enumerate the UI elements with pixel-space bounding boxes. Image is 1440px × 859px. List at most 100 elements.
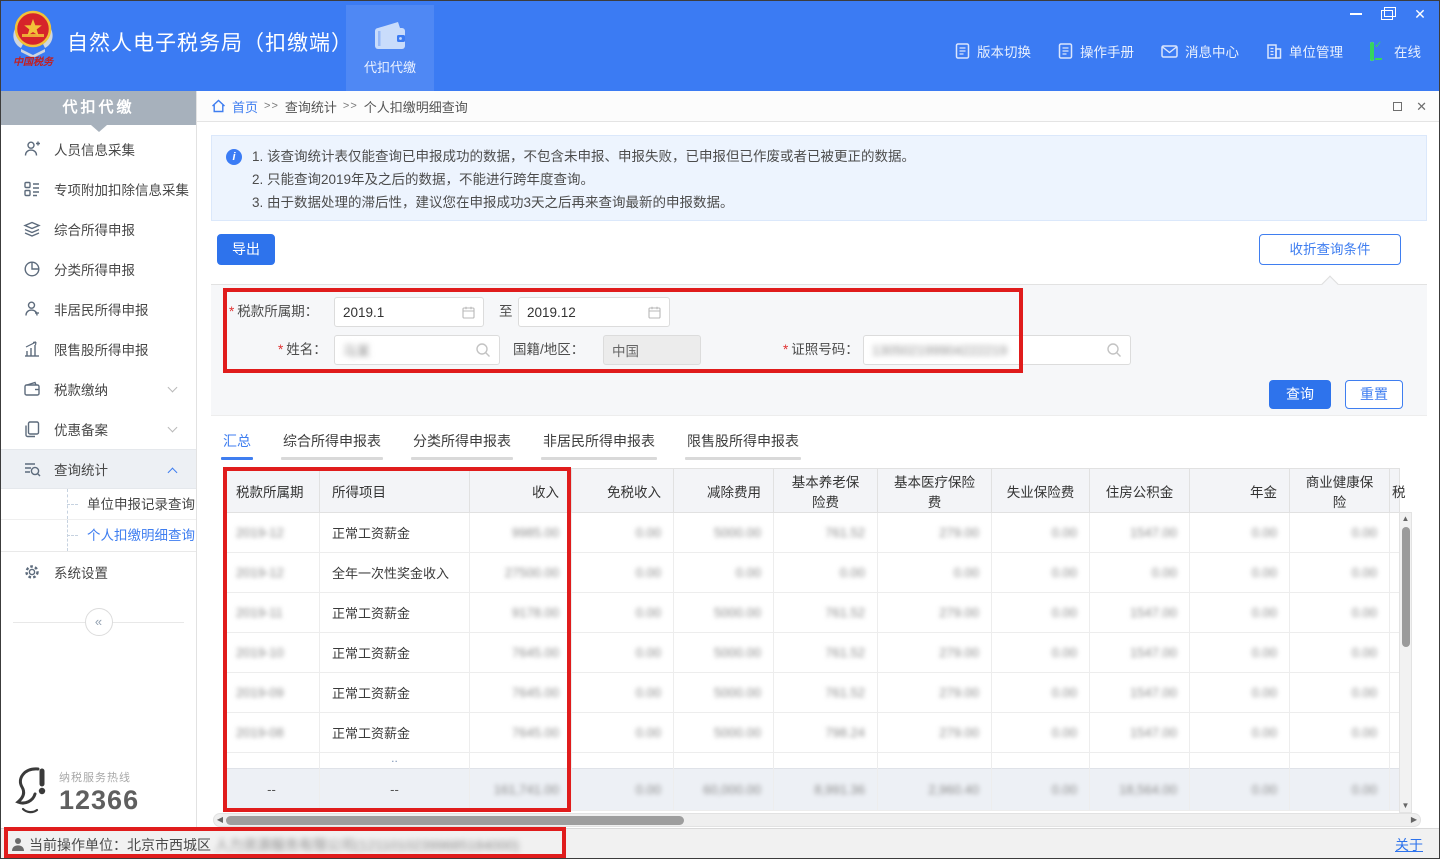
table-row[interactable]: 2019-11 正常工资薪金 9178.00 0.00 5000.00 761.… xyxy=(224,593,1400,633)
cell-health: 0.00 xyxy=(1352,645,1377,660)
total-health: 0.00 xyxy=(1352,782,1377,797)
sidebar: 代扣代缴 人员信息采集 专项附加扣除信息采集 综合所得申报 分类所得申报 非居民… xyxy=(1,91,197,828)
breadcrumb-home[interactable]: 首页 xyxy=(232,97,258,116)
notice-line: 3. 由于数据处理的滞后性，建议您在申报成功3天之后再来查询最新的申报数据。 xyxy=(226,191,1412,214)
restore-icon[interactable] xyxy=(1381,8,1395,20)
main-content: i 1. 该查询统计表仅能查询已申报成功的数据，不包含未申报、申报失败，已申报但… xyxy=(197,122,1440,828)
sidebar-subitem-personal-withholding-query[interactable]: 个人扣缴明细查询 xyxy=(1,520,196,551)
cell-income: 7645.00 xyxy=(512,685,559,700)
export-button[interactable]: 导出 xyxy=(217,234,275,265)
sidebar-subitem-label: 单位申报记录查询 xyxy=(87,497,195,512)
cell-annuity: 0.00 xyxy=(1252,525,1277,540)
chevron-down-icon xyxy=(168,383,178,393)
scroll-up-arrow[interactable]: ▲ xyxy=(1400,513,1411,525)
name-input[interactable]: 马某 xyxy=(334,335,500,365)
sidebar-collapse-row: « xyxy=(1,608,196,636)
sidebar-item-label: 非居民所得申报 xyxy=(54,299,149,319)
cell-health: 0.00 xyxy=(1352,525,1377,540)
table-row[interactable]: 2019-08 正常工资薪金 7645.00 0.00 5000.00 798.… xyxy=(224,713,1400,753)
cell-period: 2019-10 xyxy=(236,645,284,660)
horizontal-scroll-thumb[interactable] xyxy=(226,816,684,825)
tab-restricted-stock[interactable]: 限售股所得申报表 xyxy=(685,431,801,460)
inner-maximize-icon[interactable] xyxy=(1393,102,1402,111)
search-icon[interactable] xyxy=(475,342,491,358)
sidebar-item-nonresident-income[interactable]: 非居民所得申报 xyxy=(1,289,196,329)
cell-health: 0.00 xyxy=(1352,685,1377,700)
sidebar-item-system-settings[interactable]: 系统设置 xyxy=(1,552,196,592)
scroll-down-arrow[interactable]: ▼ xyxy=(1400,800,1411,812)
sidebar-item-preferential-filing[interactable]: 优惠备案 xyxy=(1,409,196,449)
id-number-label: 证照号码： xyxy=(783,335,859,365)
tab-classified-income[interactable]: 分类所得申报表 xyxy=(411,431,513,460)
cell-medical: 279.00 xyxy=(939,525,979,540)
id-number-input[interactable]: 130502199904222219 xyxy=(863,335,1131,365)
menu-org-management[interactable]: 单位管理 xyxy=(1266,41,1343,61)
period-to-input[interactable]: 2019.12 xyxy=(518,297,670,327)
tab-summary[interactable]: 汇总 xyxy=(221,431,253,460)
sidebar-item-label: 综合所得申报 xyxy=(54,219,135,239)
period-from-input[interactable]: 2019.1 xyxy=(334,297,484,327)
online-status[interactable]: 在线 xyxy=(1370,41,1421,61)
table-row[interactable]: 2019-10 正常工资薪金 7645.00 0.00 5000.00 761.… xyxy=(224,633,1400,673)
collapse-query-button[interactable]: 收折查询条件 xyxy=(1259,234,1401,265)
reset-button[interactable]: 重置 xyxy=(1345,380,1403,409)
document-icon xyxy=(955,43,970,59)
home-icon xyxy=(211,99,226,113)
pie-chart-icon xyxy=(23,260,41,278)
sidebar-subitem-unit-declaration-query[interactable]: 单位申报记录查询 xyxy=(1,489,196,520)
sidebar-item-label: 系统设置 xyxy=(54,562,108,582)
current-unit-label: 当前操作单位：北京市西城区 xyxy=(29,835,211,855)
sidebar-item-label: 税款缴纳 xyxy=(54,379,108,399)
cell-annuity: 0.00 xyxy=(1252,685,1277,700)
name-label: 姓名： xyxy=(278,335,327,365)
sidebar-item-personnel-info[interactable]: 人员信息采集 xyxy=(1,129,196,169)
calendar-icon[interactable] xyxy=(462,306,475,319)
table-row[interactable]: 2019-09 正常工资薪金 7645.00 0.00 5000.00 761.… xyxy=(224,673,1400,713)
cell-housing: 1547.00 xyxy=(1130,685,1177,700)
menu-manual[interactable]: 操作手册 xyxy=(1058,41,1134,61)
module-tab-withholding[interactable]: 代扣代缴 xyxy=(346,5,434,91)
menu-message-center[interactable]: 消息中心 xyxy=(1161,41,1239,61)
col-header: 基本养老保险费 xyxy=(774,469,878,513)
scroll-left-arrow[interactable]: ◀ xyxy=(214,814,226,826)
query-panel: 税款所属期： 2019.1 至 2019.12 姓名： 马某 国籍/地区： 中国… xyxy=(211,284,1427,416)
cell-income-item: 正常工资薪金 xyxy=(332,726,410,741)
sidebar-item-special-deduction[interactable]: 专项附加扣除信息采集 xyxy=(1,169,196,209)
search-icon[interactable] xyxy=(1106,342,1122,358)
vertical-scroll-thumb[interactable] xyxy=(1402,527,1410,647)
cell-medical: 0.00 xyxy=(954,565,979,580)
sidebar-item-query-statistics[interactable]: 查询统计 xyxy=(1,449,196,489)
info-icon: i xyxy=(226,149,242,165)
sidebar-item-tax-payment[interactable]: 税款缴纳 xyxy=(1,369,196,409)
cell-pension: 761.52 xyxy=(825,645,865,660)
gear-icon xyxy=(23,563,41,581)
scroll-right-arrow[interactable]: ▶ xyxy=(1408,814,1420,826)
cell-health: 0.00 xyxy=(1352,565,1377,580)
sidebar-item-comprehensive-income[interactable]: 综合所得申报 xyxy=(1,209,196,249)
tab-nonresident-income[interactable]: 非居民所得申报表 xyxy=(541,431,657,460)
table-header-row: 税款所属期 所得项目 收入 免税收入 减除费用 基本养老保险费 基本医疗保险费 … xyxy=(224,469,1400,513)
app-header: 中国税务 自然人电子税务局（扣缴端） 代扣代缴 ✕ xyxy=(1,1,1439,91)
cell-tax-free: 0.00 xyxy=(636,725,661,740)
cell-pension: 0.00 xyxy=(840,565,865,580)
table-row-partial: .. xyxy=(224,753,1400,769)
search-button[interactable]: 查询 xyxy=(1269,380,1331,409)
cell-unemployment: 0.00 xyxy=(1052,525,1077,540)
breadcrumb-level1[interactable]: 查询统计 xyxy=(285,97,337,116)
close-icon[interactable]: ✕ xyxy=(1413,8,1427,20)
cell-income: 27500.00 xyxy=(505,565,559,580)
inner-close-icon[interactable]: ✕ xyxy=(1416,99,1427,115)
sidebar-item-restricted-stock[interactable]: 限售股所得申报 xyxy=(1,329,196,369)
notice-box: i 1. 该查询统计表仅能查询已申报成功的数据，不包含未申报、申报失败，已申报但… xyxy=(211,135,1427,221)
minimize-icon[interactable] xyxy=(1349,8,1363,20)
about-link[interactable]: 关于 xyxy=(1395,835,1423,855)
sidebar-collapse-button[interactable]: « xyxy=(85,608,113,636)
cell-income: 9178.00 xyxy=(512,605,559,620)
sidebar-item-classified-income[interactable]: 分类所得申报 xyxy=(1,249,196,289)
tab-comprehensive-income[interactable]: 综合所得申报表 xyxy=(281,431,383,460)
menu-version-switch[interactable]: 版本切换 xyxy=(955,41,1031,61)
table-row[interactable]: 2019-12 正常工资薪金 9985.00 0.00 5000.00 761.… xyxy=(224,513,1400,553)
table-row[interactable]: 2019-12 全年一次性奖金收入 27500.00 0.00 0.00 0.0… xyxy=(224,553,1400,593)
cell-housing: 1547.00 xyxy=(1130,525,1177,540)
calendar-icon[interactable] xyxy=(648,306,661,319)
